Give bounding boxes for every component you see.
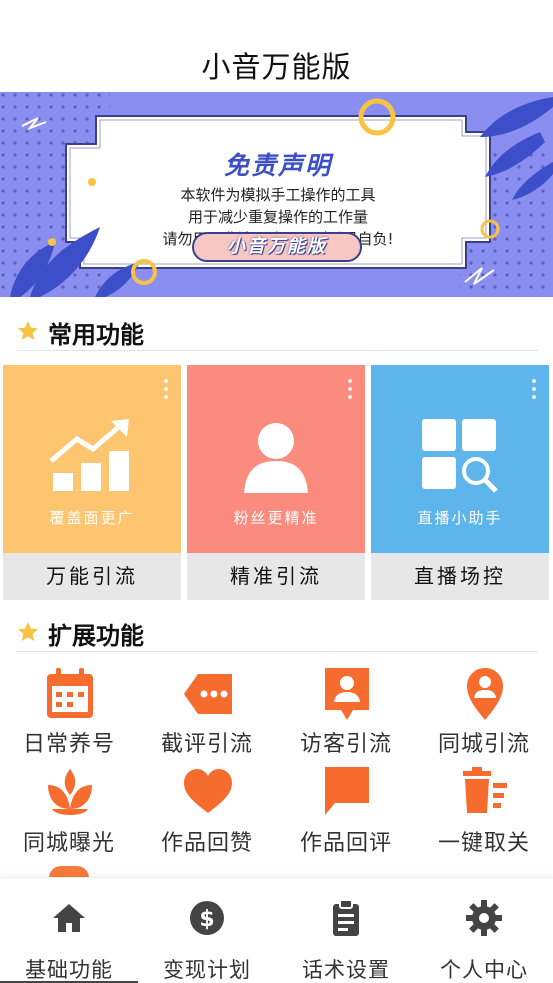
card-subtitle: 覆盖面更广 <box>49 509 135 527</box>
nav-label: 话术设置 <box>302 958 390 982</box>
ext-item-local-exposure[interactable]: 同城曝光 <box>0 765 138 861</box>
more-icon[interactable] <box>347 379 353 403</box>
ext-item-one-click-unfollow[interactable]: 一键取关 <box>415 765 553 861</box>
card-label: 精准引流 <box>187 553 365 600</box>
ext-item-comment-capture[interactable]: 截评引流 <box>138 666 276 762</box>
card-face: 覆盖面更广 <box>3 365 181 553</box>
ext-item-label: 作品回赞 <box>160 831 253 856</box>
ext-item-label: 同城曝光 <box>22 831 115 856</box>
ext-item-label: 日常养号 <box>22 732 115 757</box>
trend-chart-icon <box>49 419 129 491</box>
nav-tab-scripts[interactable]: 话术设置 <box>277 878 415 983</box>
grid-search-icon <box>422 419 498 493</box>
ext-item-label: 同城引流 <box>437 732 530 757</box>
feature-card-live-control[interactable]: 直播小助手 直播场控 <box>371 365 549 600</box>
card-subtitle: 直播小助手 <box>417 509 503 527</box>
bottom-navigation: 基础功能 $ 变现计划 话术设置 个人中心 <box>0 877 553 983</box>
card-label: 直播场控 <box>371 553 549 600</box>
delete-list-icon <box>463 767 507 813</box>
nav-tab-monetize[interactable]: $ 变现计划 <box>138 878 276 983</box>
nav-tab-profile[interactable]: 个人中心 <box>415 878 553 983</box>
page-title: 小音万能版 <box>201 50 352 84</box>
banner-line: 用于减少重复操作的工作量 <box>187 208 368 226</box>
star-icon <box>18 321 38 340</box>
banner-title: 免责声明 <box>223 151 332 180</box>
home-icon <box>53 904 85 932</box>
svg-text:$: $ <box>199 907 214 932</box>
card-face: 直播小助手 <box>371 365 549 553</box>
lotus-icon <box>48 769 92 815</box>
chat-bubble-icon <box>325 767 369 815</box>
card-face: 粉丝更精准 <box>187 365 365 553</box>
ext-item-label: 一键取关 <box>437 831 530 856</box>
nav-label: 个人中心 <box>440 958 528 982</box>
heart-icon <box>184 769 232 813</box>
nav-tab-basic[interactable]: 基础功能 <box>0 878 138 983</box>
card-label: 万能引流 <box>3 553 181 600</box>
nav-label: 基础功能 <box>25 958 113 982</box>
ext-item-daily-nurture[interactable]: 日常养号 <box>0 666 138 762</box>
nav-label: 变现计划 <box>163 958 251 982</box>
disclaimer-banner[interactable]: 免责声明 本软件为模拟手工操作的工具 用于减少重复操作的工作量 请勿用于非法用途… <box>0 92 553 297</box>
card-subtitle: 粉丝更精准 <box>233 509 319 527</box>
tag-dots-icon <box>184 674 232 714</box>
ext-item-visitor-traffic[interactable]: 访客引流 <box>277 666 415 762</box>
section-header-extended: 扩展功能 <box>16 606 538 652</box>
clipboard-icon <box>333 899 359 936</box>
calendar-icon <box>47 668 93 718</box>
ext-item-reply-like[interactable]: 作品回赞 <box>138 765 276 861</box>
banner-badge: 小音万能版 <box>192 232 362 262</box>
ext-item-label: 截评引流 <box>160 732 253 757</box>
person-icon <box>244 423 308 493</box>
ext-item-local-traffic[interactable]: 同城引流 <box>415 666 553 762</box>
feature-card-universal-traffic[interactable]: 覆盖面更广 万能引流 <box>3 365 181 600</box>
dollar-coin-icon: $ <box>190 901 224 935</box>
more-icon[interactable] <box>531 379 537 403</box>
star-icon <box>18 622 38 641</box>
more-icon[interactable] <box>163 379 169 403</box>
feature-card-precise-traffic[interactable]: 粉丝更精准 精准引流 <box>187 365 365 600</box>
section-title: 常用功能 <box>48 321 144 349</box>
app-header: 小音万能版 <box>0 0 553 92</box>
person-card-icon <box>325 668 369 720</box>
section-header-common: 常用功能 <box>16 305 538 351</box>
gear-icon <box>466 900 502 936</box>
section-title: 扩展功能 <box>48 622 144 650</box>
location-pin-icon <box>467 668 503 720</box>
ext-item-label: 作品回评 <box>299 831 392 856</box>
ext-item-label: 访客引流 <box>299 732 392 757</box>
ext-item-reply-comment[interactable]: 作品回评 <box>277 765 415 861</box>
banner-line: 本软件为模拟手工操作的工具 <box>180 186 376 204</box>
